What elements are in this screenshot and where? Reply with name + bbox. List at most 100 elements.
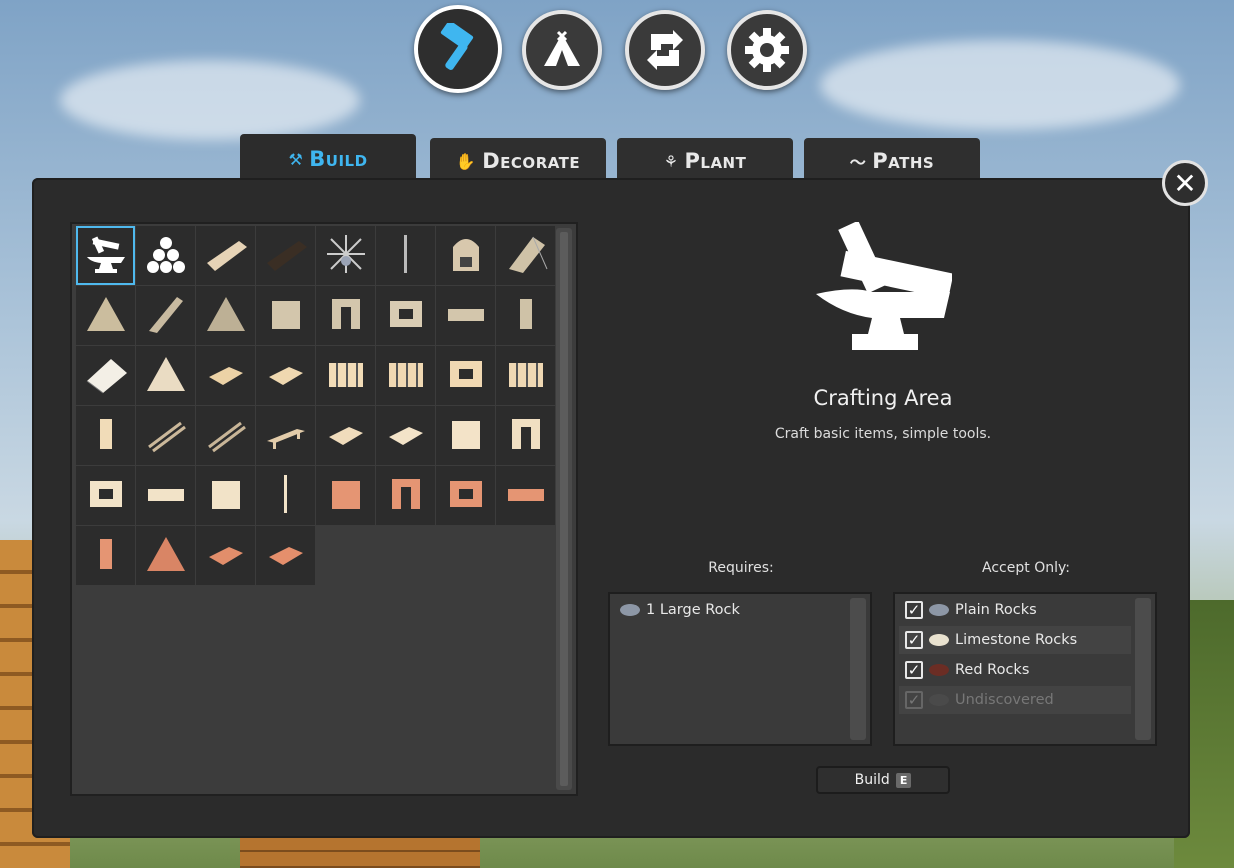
accept-item-red-rocks[interactable]: ✓ Red Rocks (899, 656, 1131, 684)
requires-label: Requires: (708, 560, 774, 576)
build-item-slot[interactable] (376, 466, 435, 525)
tent-icon (544, 30, 580, 66)
build-item-slot[interactable] (316, 466, 375, 525)
accept-only-label: Accept Only: (982, 560, 1070, 576)
build-item-slot[interactable] (436, 466, 495, 525)
build-item-thumbnail (263, 291, 309, 341)
keybind-badge: E (895, 772, 912, 788)
build-item-slot[interactable] (196, 226, 255, 285)
build-item-slot[interactable] (256, 526, 315, 585)
build-item-slot[interactable] (496, 346, 555, 405)
build-item-slot[interactable] (496, 226, 555, 285)
build-item-slot[interactable] (196, 346, 255, 405)
build-item-slot[interactable] (376, 226, 435, 285)
build-item-thumbnail (503, 471, 549, 521)
rock-icon (929, 634, 949, 646)
checkbox[interactable]: ✓ (905, 631, 923, 649)
build-item-slot[interactable] (136, 226, 195, 285)
checkbox[interactable]: ✓ (905, 601, 923, 619)
accept-item-limestone-rocks[interactable]: ✓ Limestone Rocks (899, 626, 1131, 654)
build-item-slot[interactable] (76, 226, 135, 285)
build-item-thumbnail (263, 231, 309, 281)
build-item-slot[interactable] (376, 346, 435, 405)
build-item-slot[interactable] (316, 346, 375, 405)
build-item-slot[interactable] (376, 406, 435, 465)
empty-slot (496, 526, 555, 585)
build-item-slot[interactable] (136, 286, 195, 345)
empty-slot (376, 526, 435, 585)
close-button[interactable]: ✕ (1162, 160, 1208, 206)
build-item-slot[interactable] (376, 286, 435, 345)
build-item-slot[interactable] (76, 286, 135, 345)
build-item-slot[interactable] (256, 286, 315, 345)
build-item-slot[interactable] (496, 286, 555, 345)
build-item-slot[interactable] (136, 406, 195, 465)
build-item-slot[interactable] (136, 466, 195, 525)
close-icon: ✕ (1173, 166, 1197, 200)
tent-mode-button[interactable] (522, 10, 602, 90)
build-item-slot[interactable] (196, 286, 255, 345)
build-item-slot[interactable] (76, 346, 135, 405)
build-item-thumbnail (443, 471, 489, 521)
list-item: 1 Large Rock (614, 596, 846, 624)
accept-only-scrollbar[interactable] (1135, 598, 1151, 740)
build-item-thumbnail (143, 471, 189, 521)
requires-scrollbar[interactable] (850, 598, 866, 740)
build-item-thumbnail (143, 531, 189, 581)
grid-scrollbar[interactable] (556, 228, 572, 790)
build-item-slot[interactable] (76, 406, 135, 465)
requires-list: 1 Large Rock (608, 592, 872, 746)
anvil-icon (816, 222, 952, 350)
build-item-slot[interactable] (196, 526, 255, 585)
build-item-slot[interactable] (76, 466, 135, 525)
build-item-slot[interactable] (316, 226, 375, 285)
build-item-grid (70, 222, 578, 796)
build-item-slot[interactable] (256, 346, 315, 405)
build-button[interactable]: Build E (816, 766, 950, 794)
build-item-thumbnail (323, 291, 369, 341)
cloud (820, 40, 1180, 130)
build-item-slot[interactable] (196, 406, 255, 465)
accept-only-list: ✓ Plain Rocks ✓ Limestone Rocks ✓ Red Ro… (893, 592, 1157, 746)
build-item-slot[interactable] (136, 346, 195, 405)
build-item-slot[interactable] (316, 406, 375, 465)
build-item-slot[interactable] (436, 286, 495, 345)
build-item-thumbnail (263, 411, 309, 461)
build-item-slot[interactable] (496, 406, 555, 465)
build-item-thumbnail (143, 291, 189, 341)
rock-icon (929, 664, 949, 676)
build-item-thumbnail (83, 531, 129, 581)
build-item-slot[interactable] (256, 466, 315, 525)
empty-slot (316, 526, 375, 585)
build-item-slot[interactable] (256, 406, 315, 465)
build-item-thumbnail (323, 471, 369, 521)
build-item-thumbnail (383, 351, 429, 401)
build-item-thumbnail (323, 411, 369, 461)
swap-mode-button[interactable] (625, 10, 705, 90)
empty-slot (436, 526, 495, 585)
build-item-thumbnail (323, 351, 369, 401)
build-item-slot[interactable] (76, 526, 135, 585)
build-item-thumbnail (323, 231, 369, 281)
build-item-thumbnail (443, 351, 489, 401)
gear-icon (745, 28, 789, 72)
sprout-icon: ⚘ (663, 151, 679, 171)
build-item-thumbnail (203, 291, 249, 341)
build-item-slot[interactable] (136, 526, 195, 585)
build-item-thumbnail (383, 471, 429, 521)
build-item-slot[interactable] (436, 406, 495, 465)
swap-arrows-icon (647, 30, 683, 70)
checkbox[interactable]: ✓ (905, 661, 923, 679)
build-item-slot[interactable] (196, 466, 255, 525)
build-item-thumbnail (83, 231, 129, 281)
build-mode-button[interactable] (414, 5, 502, 93)
build-item-thumbnail (83, 471, 129, 521)
settings-button[interactable] (727, 10, 807, 90)
build-item-slot[interactable] (496, 466, 555, 525)
build-item-slot[interactable] (256, 226, 315, 285)
accept-item-plain-rocks[interactable]: ✓ Plain Rocks (899, 596, 1131, 624)
build-item-slot[interactable] (316, 286, 375, 345)
build-item-slot[interactable] (436, 226, 495, 285)
tab-build[interactable]: ⚒ Build (240, 134, 416, 184)
build-item-slot[interactable] (436, 346, 495, 405)
